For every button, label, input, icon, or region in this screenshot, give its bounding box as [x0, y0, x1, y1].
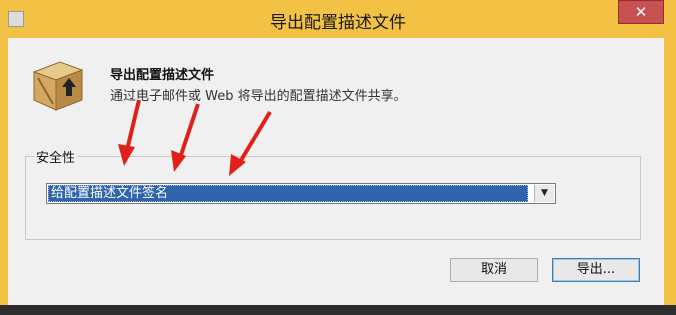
title-bar: 导出配置描述文件 ✕ — [0, 0, 676, 38]
chevron-down-icon[interactable]: ▼ — [534, 185, 554, 202]
security-select[interactable]: 给配置描述文件签名 ▼ — [46, 183, 556, 204]
security-select-value: 给配置描述文件签名 — [48, 185, 528, 202]
dialog-body: 导出配置描述文件 通过电子邮件或 Web 将导出的配置描述文件共享。 安全性 给… — [8, 38, 664, 305]
security-group-label: 安全性 — [34, 147, 78, 166]
security-group: 安全性 给配置描述文件签名 ▼ — [25, 147, 641, 240]
dialog-heading: 导出配置描述文件 — [110, 68, 215, 83]
background-strip — [0, 305, 676, 315]
export-button[interactable]: 导出... — [552, 258, 640, 282]
export-profile-dialog: 导出配置描述文件 ✕ 导出配置描述文件 通过电子邮件或 Web 将导出的配置描述… — [0, 0, 676, 315]
window-title: 导出配置描述文件 — [270, 13, 406, 33]
dialog-description: 通过电子邮件或 Web 将导出的配置描述文件共享。 — [110, 89, 407, 104]
close-button[interactable]: ✕ — [618, 0, 664, 24]
cancel-button[interactable]: 取消 — [450, 258, 538, 282]
package-export-icon — [32, 61, 84, 111]
